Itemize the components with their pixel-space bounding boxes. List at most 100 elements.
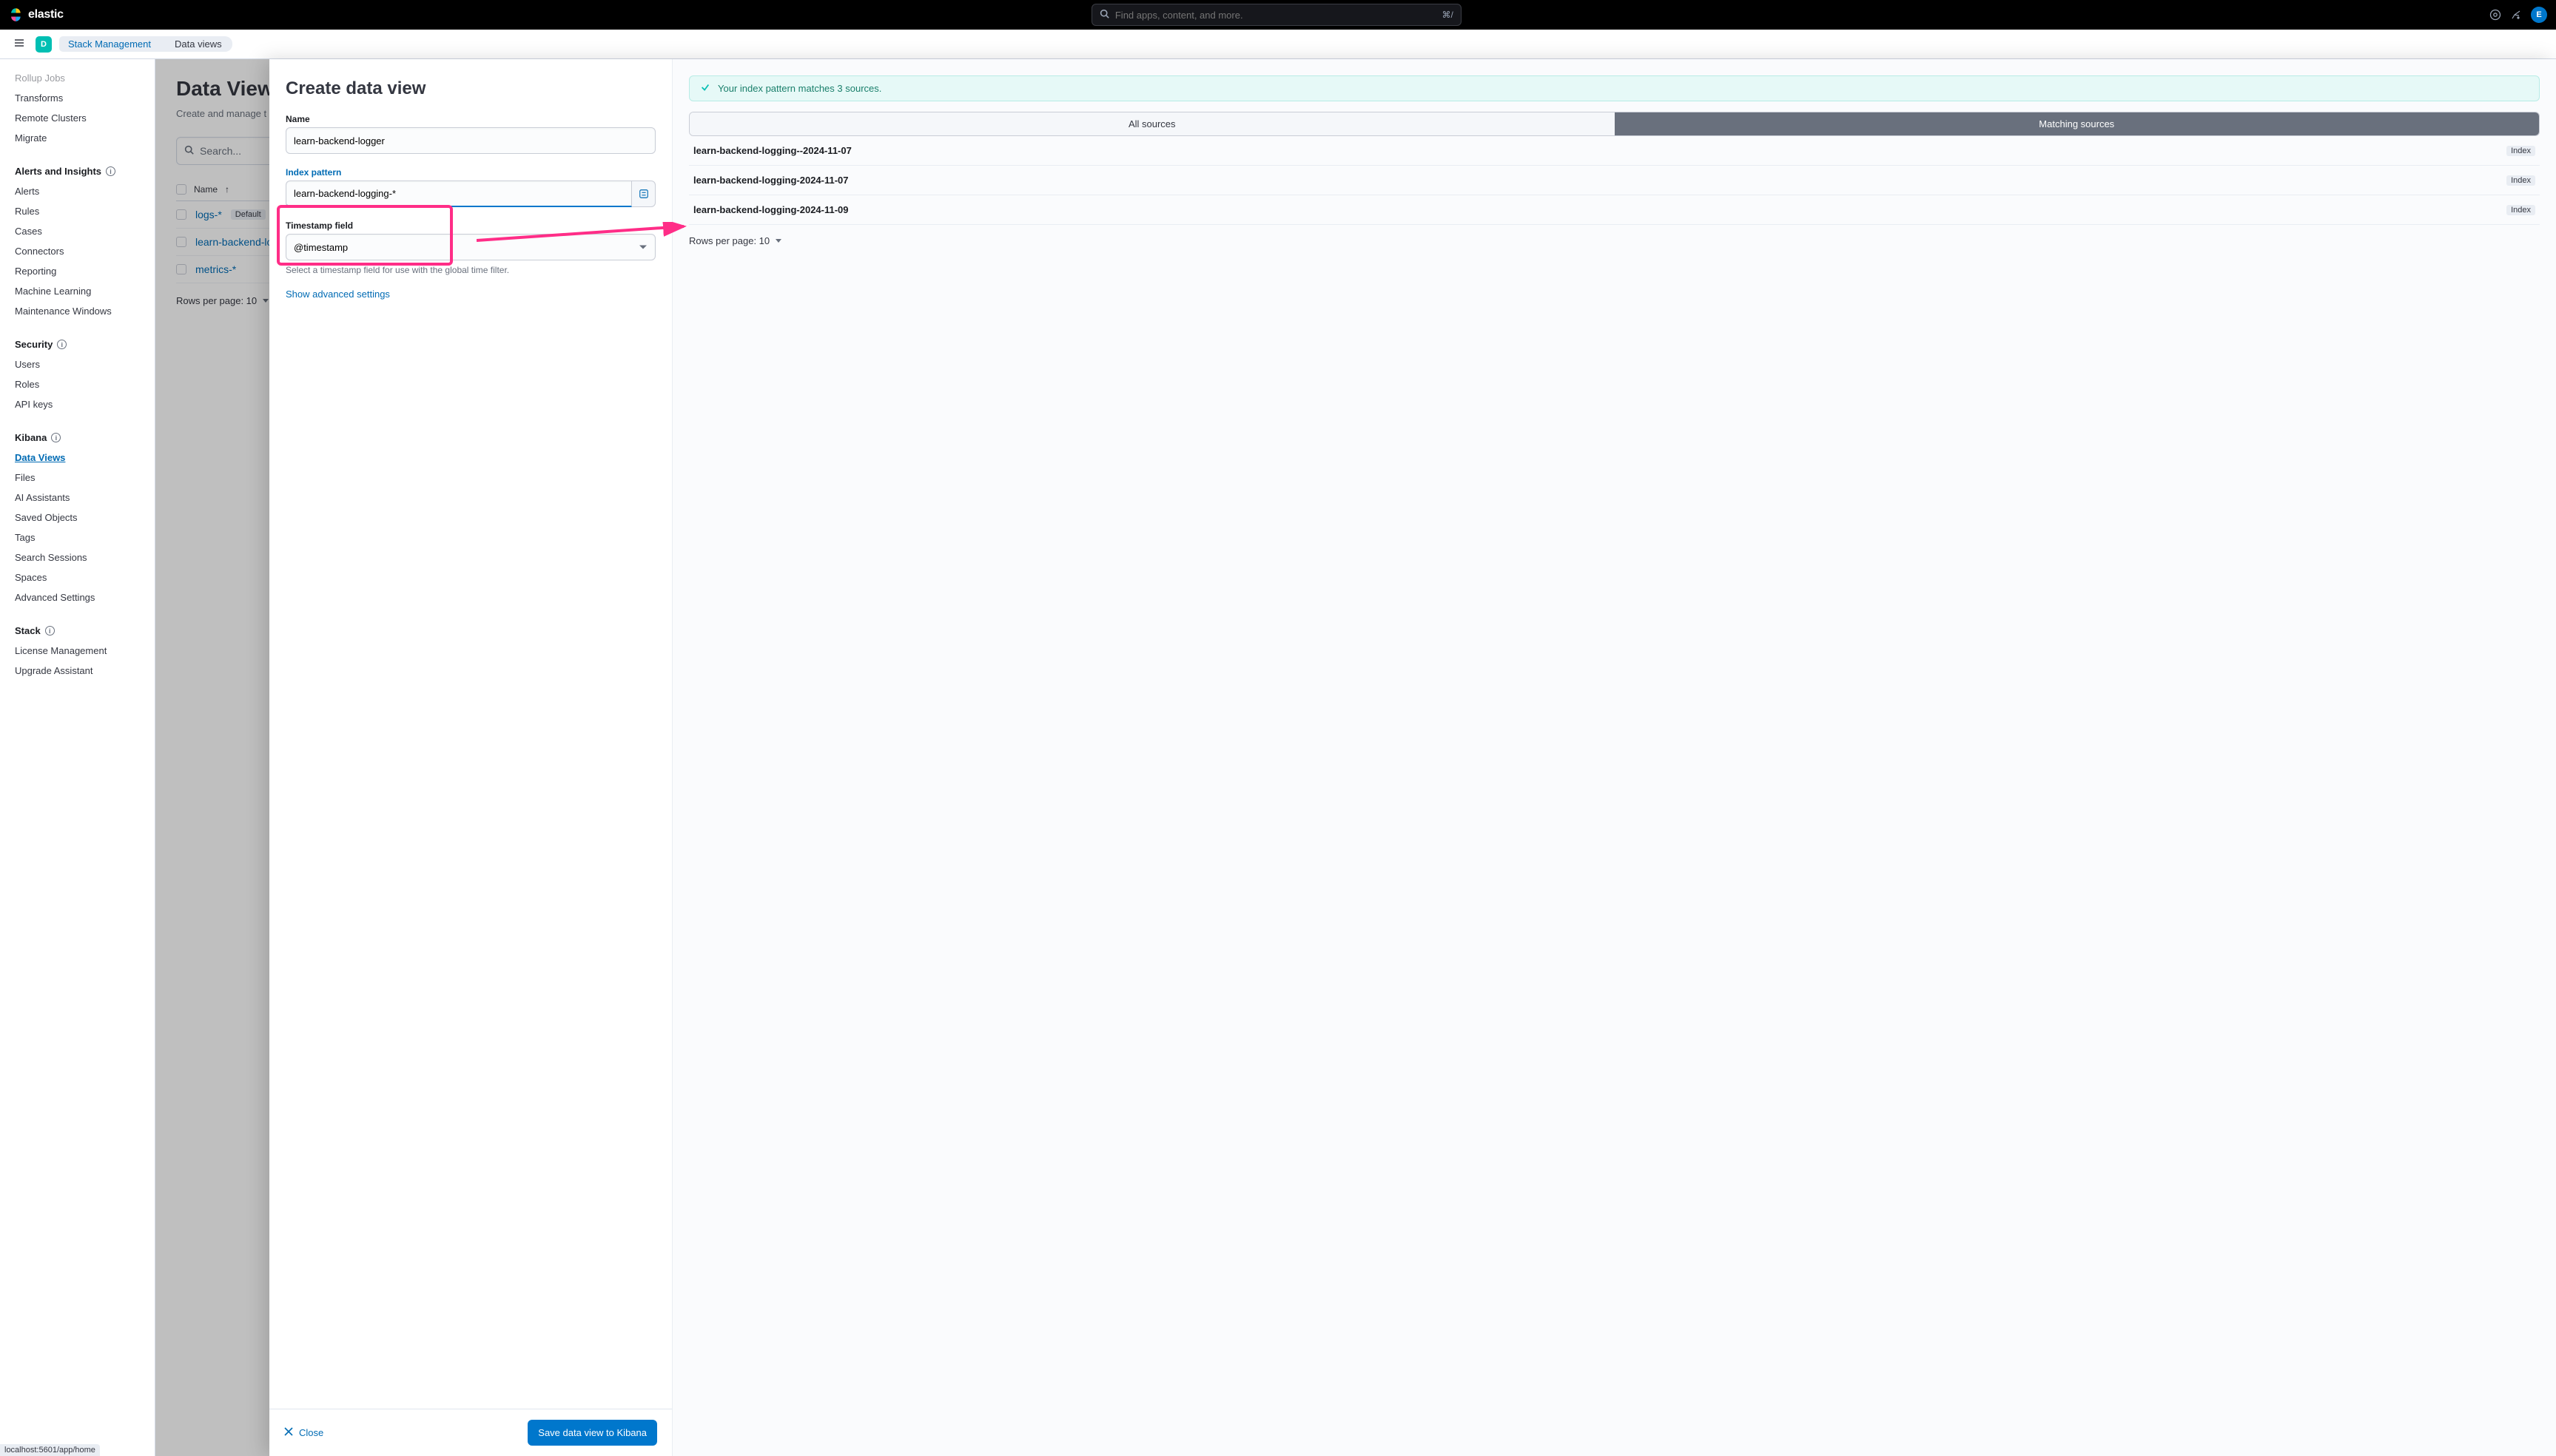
tab-all-sources[interactable]: All sources xyxy=(690,112,1615,135)
sidebar-item-tags[interactable]: Tags xyxy=(0,528,155,547)
sidebar-group-stack: Stacki License Management Upgrade Assist… xyxy=(0,621,155,681)
ts-label: Timestamp field xyxy=(286,220,656,231)
sidebar-item-saved-objects[interactable]: Saved Objects xyxy=(0,508,155,528)
sidebar-item-ml[interactable]: Machine Learning xyxy=(0,281,155,301)
nav-toggle-icon[interactable] xyxy=(10,34,28,54)
flyout-form-panel: Create data view Name Index pattern Time… xyxy=(269,59,673,1456)
close-icon xyxy=(284,1427,293,1438)
source-list: learn-backend-logging--2024-11-07 Index … xyxy=(689,136,2540,225)
header-center: ⌘/ xyxy=(64,4,2489,26)
search-icon xyxy=(1100,9,1109,21)
sidebar-item-rules[interactable]: Rules xyxy=(0,201,155,221)
user-avatar[interactable]: E xyxy=(2531,7,2547,23)
show-advanced-link[interactable]: Show advanced settings xyxy=(286,289,656,300)
name-label: Name xyxy=(286,114,656,124)
source-tabs: All sources Matching sources xyxy=(689,112,2540,136)
match-alert: Your index pattern matches 3 sources. xyxy=(689,75,2540,101)
sidebar-group-kibana: Kibanai Data Views Files AI Assistants S… xyxy=(0,428,155,607)
sidebar: Rollup Jobs Transforms Remote Clusters M… xyxy=(0,59,155,1456)
help-icon[interactable] xyxy=(2489,9,2501,21)
brand-logo[interactable]: elastic xyxy=(9,7,64,22)
ts-help: Select a timestamp field for use with th… xyxy=(286,265,656,275)
sidebar-item-search-sessions[interactable]: Search Sessions xyxy=(0,547,155,567)
breadcrumbs: Stack Management Data views xyxy=(59,36,232,52)
info-icon[interactable]: i xyxy=(45,626,55,636)
sidebar-item-advanced-settings[interactable]: Advanced Settings xyxy=(0,587,155,607)
pattern-input-wrap xyxy=(286,181,656,207)
name-form-group: Name xyxy=(286,114,656,154)
space-selector[interactable]: D xyxy=(36,36,52,53)
group-title-security: Securityi xyxy=(0,334,155,354)
sidebar-item-rollup-jobs[interactable]: Rollup Jobs xyxy=(0,68,155,88)
rows-per-page-sources[interactable]: Rows per page: 10 xyxy=(689,225,2540,246)
sidebar-item-data-views[interactable]: Data Views xyxy=(0,448,155,468)
flyout-sources-panel: Your index pattern matches 3 sources. Al… xyxy=(673,59,2556,1456)
source-row: learn-backend-logging-2024-11-07 Index xyxy=(689,166,2540,195)
breadcrumb-data-views[interactable]: Data views xyxy=(161,36,232,52)
pattern-label: Index pattern xyxy=(286,167,656,178)
match-message: Your index pattern matches 3 sources. xyxy=(718,83,881,94)
index-badge: Index xyxy=(2506,175,2535,186)
sidebar-item-roles[interactable]: Roles xyxy=(0,374,155,394)
sidebar-item-license[interactable]: License Management xyxy=(0,641,155,661)
pattern-form-group: Index pattern xyxy=(286,167,656,207)
info-icon[interactable]: i xyxy=(51,433,61,442)
sidebar-item-connectors[interactable]: Connectors xyxy=(0,241,155,261)
index-badge: Index xyxy=(2506,205,2535,215)
group-title-kibana: Kibanai xyxy=(0,428,155,448)
source-name: learn-backend-logging-2024-11-09 xyxy=(693,204,849,215)
sidebar-item-cases[interactable]: Cases xyxy=(0,221,155,241)
breadcrumb-stack-management[interactable]: Stack Management xyxy=(59,36,161,52)
sidebar-item-ai-assistants[interactable]: AI Assistants xyxy=(0,488,155,508)
index-badge: Index xyxy=(2506,146,2535,156)
ts-select[interactable] xyxy=(286,234,656,260)
name-input[interactable] xyxy=(286,127,656,154)
group-title-stack: Stacki xyxy=(0,621,155,641)
sidebar-item-alerts[interactable]: Alerts xyxy=(0,181,155,201)
sidebar-group-security: Securityi Users Roles API keys xyxy=(0,334,155,414)
tab-matching-sources[interactable]: Matching sources xyxy=(1615,112,2540,135)
sidebar-item-spaces[interactable]: Spaces xyxy=(0,567,155,587)
chevron-down-icon xyxy=(776,239,781,243)
info-icon[interactable]: i xyxy=(57,340,67,349)
sidebar-item-files[interactable]: Files xyxy=(0,468,155,488)
sidebar-item-remote-clusters[interactable]: Remote Clusters xyxy=(0,108,155,128)
ts-select-wrap xyxy=(286,234,656,260)
source-name: learn-backend-logging-2024-11-07 xyxy=(693,175,849,186)
global-search[interactable]: ⌘/ xyxy=(1092,4,1462,26)
header-right: E xyxy=(2489,7,2547,23)
flyout-footer: Close Save data view to Kibana xyxy=(269,1409,672,1456)
save-button[interactable]: Save data view to Kibana xyxy=(528,1420,657,1446)
newsfeed-icon[interactable] xyxy=(2510,9,2522,21)
source-row: learn-backend-logging-2024-11-09 Index xyxy=(689,195,2540,225)
source-row: learn-backend-logging--2024-11-07 Index xyxy=(689,136,2540,166)
pattern-toggle-button[interactable] xyxy=(632,181,656,207)
flyout-form: Create data view Name Index pattern Time… xyxy=(269,59,672,1409)
sidebar-item-maintenance[interactable]: Maintenance Windows xyxy=(0,301,155,321)
top-header: elastic ⌘/ E xyxy=(0,0,2556,30)
check-icon xyxy=(700,82,710,95)
brand-text: elastic xyxy=(28,8,64,21)
search-shortcut: ⌘/ xyxy=(1442,10,1453,20)
elastic-logo-icon xyxy=(9,7,24,22)
sidebar-item-transforms[interactable]: Transforms xyxy=(0,88,155,108)
flyout-title: Create data view xyxy=(286,78,656,99)
ts-form-group: Timestamp field Select a timestamp field… xyxy=(286,220,656,275)
breadcrumb-bar: D Stack Management Data views xyxy=(0,30,2556,59)
sidebar-group-alerts: Alerts and Insightsi Alerts Rules Cases … xyxy=(0,161,155,321)
source-name: learn-backend-logging--2024-11-07 xyxy=(693,145,852,156)
sidebar-item-migrate[interactable]: Migrate xyxy=(0,128,155,148)
sidebar-item-reporting[interactable]: Reporting xyxy=(0,261,155,281)
close-button[interactable]: Close xyxy=(284,1427,323,1438)
info-icon[interactable]: i xyxy=(106,166,115,176)
global-search-input[interactable] xyxy=(1115,10,1436,21)
pattern-input[interactable] xyxy=(286,181,632,207)
sidebar-item-upgrade[interactable]: Upgrade Assistant xyxy=(0,661,155,681)
header-left: elastic xyxy=(9,7,64,22)
sidebar-item-users[interactable]: Users xyxy=(0,354,155,374)
create-data-view-flyout: Create data view Name Index pattern Time… xyxy=(269,59,2556,1456)
group-title-alerts: Alerts and Insightsi xyxy=(0,161,155,181)
sidebar-group-ingest: Rollup Jobs Transforms Remote Clusters M… xyxy=(0,68,155,148)
sidebar-item-api-keys[interactable]: API keys xyxy=(0,394,155,414)
status-bar-url: localhost:5601/app/home xyxy=(0,1444,100,1456)
